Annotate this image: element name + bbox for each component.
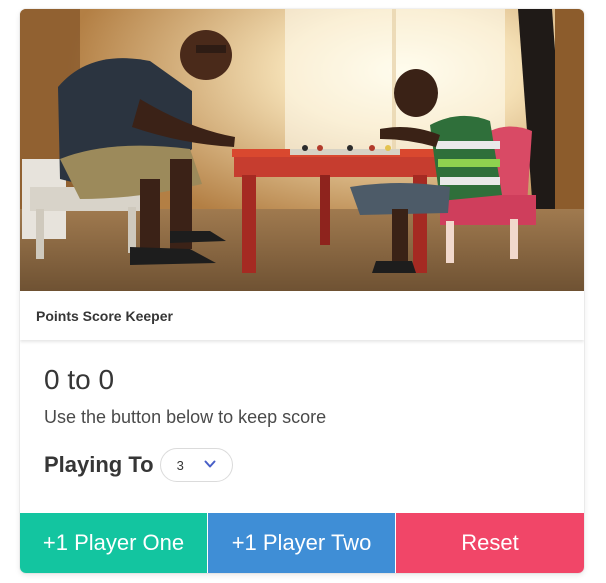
- playing-to-select[interactable]: 3: [159, 448, 233, 482]
- card-content: 0 to 0 Use the button below to keep scor…: [20, 340, 584, 513]
- card-footer: +1 Player One +1 Player Two Reset: [20, 513, 584, 573]
- player-one-button[interactable]: +1 Player One: [20, 513, 207, 573]
- card-image: [20, 9, 584, 291]
- chevron-down-icon: [204, 460, 216, 468]
- playing-to-row: Playing To 3: [44, 448, 233, 482]
- playing-to-value: 3: [176, 457, 184, 473]
- playing-to-label: Playing To: [44, 452, 154, 477]
- reset-button[interactable]: Reset: [395, 513, 584, 573]
- player-two-score: 0: [98, 364, 115, 395]
- card-header-title: Points Score Keeper: [36, 307, 173, 324]
- score-instruction: Use the button below to keep score: [44, 407, 327, 427]
- player-two-button[interactable]: +1 Player Two: [207, 513, 395, 573]
- score-display: 0 to 0: [44, 362, 114, 398]
- score-separator: to: [67, 364, 91, 395]
- card-header: Points Score Keeper: [20, 291, 584, 340]
- player-one-score: 0: [44, 364, 60, 395]
- score-keeper-card: Points Score Keeper 0 to 0 Use the butto…: [20, 9, 584, 573]
